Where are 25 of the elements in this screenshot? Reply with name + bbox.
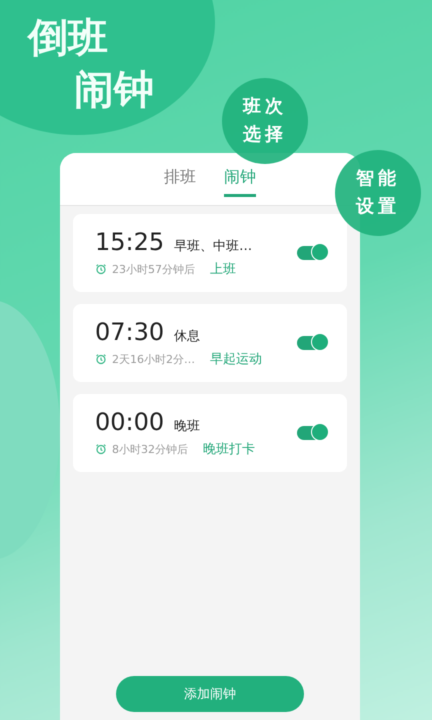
alarm-card[interactable]: 15:25 早班、中班… 23小时57分钟后 上班 <box>73 214 347 292</box>
countdown-text: 2天16小时2分… <box>112 352 195 366</box>
shift-name: 晚班 <box>174 418 200 435</box>
app-title: 倒班 闹钟 <box>28 14 154 115</box>
countdown-text: 23小时57分钟后 <box>112 262 195 276</box>
alarm-clock-icon <box>95 263 107 275</box>
toggle-switch[interactable] <box>297 336 327 350</box>
alarm-card[interactable]: 07:30 休息 2天16小时2分… 早起运动 <box>73 304 347 382</box>
alarm-label: 晚班打卡 <box>203 441 255 458</box>
alarm-time: 15:25 <box>95 228 164 256</box>
shift-name: 休息 <box>174 328 200 345</box>
alarm-clock-icon <box>95 443 107 455</box>
feature-badge: 智能 设置 <box>335 150 421 236</box>
alarm-clock-icon <box>95 353 107 365</box>
alarm-time: 00:00 <box>95 408 164 436</box>
toggle-switch[interactable] <box>297 426 327 440</box>
toggle-switch[interactable] <box>297 246 327 260</box>
tab[interactable]: 排班 <box>164 161 196 197</box>
alarm-card[interactable]: 00:00 晚班 8小时32分钟后 晚班打卡 <box>73 394 347 472</box>
feature-badge: 班次 选择 <box>222 78 308 164</box>
alarm-time: 07:30 <box>95 318 164 346</box>
alarm-label: 早起运动 <box>210 351 262 368</box>
countdown-text: 8小时32分钟后 <box>112 442 188 456</box>
shift-name: 早班、中班… <box>174 238 252 255</box>
alarm-label: 上班 <box>210 261 236 278</box>
